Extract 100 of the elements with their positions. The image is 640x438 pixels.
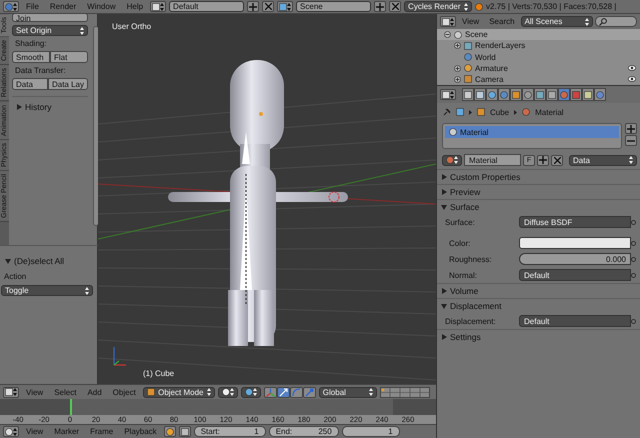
material-slot[interactable]: Material (445, 126, 619, 138)
pivot-dropdown[interactable] (240, 386, 261, 398)
delete-button[interactable] (262, 1, 274, 12)
scrollbar[interactable] (92, 26, 98, 226)
value-dropdown[interactable]: Default (519, 315, 631, 327)
properties-tab[interactable] (486, 88, 498, 101)
expand-toggle-icon[interactable] (454, 64, 461, 72)
manipulator-button[interactable] (276, 386, 290, 398)
action-dropdown[interactable]: Toggle (1, 285, 93, 296)
sphere-icon (449, 128, 457, 136)
panel-header[interactable]: Surface (437, 200, 640, 214)
layer-grid-icon[interactable] (380, 386, 430, 398)
add-button[interactable] (374, 1, 386, 12)
delete-button[interactable] (389, 1, 402, 12)
tree-row[interactable]: RenderLayers (437, 40, 640, 52)
eye-icon[interactable] (628, 65, 636, 72)
properties-tab[interactable] (582, 88, 594, 101)
panel-header[interactable]: Settings (437, 330, 640, 344)
lock-button[interactable] (178, 426, 191, 437)
menu-item[interactable]: File (22, 2, 43, 11)
tree-item-label[interactable]: World (475, 52, 496, 62)
properties-tab[interactable] (474, 88, 486, 101)
orientation-dropdown[interactable]: Global (318, 386, 377, 398)
value-dropdown[interactable]: Diffuse BSDF (519, 216, 631, 228)
tree-row[interactable]: World (437, 51, 640, 63)
menu-item[interactable]: View (22, 388, 48, 396)
value-dropdown[interactable]: Default (519, 269, 631, 281)
editor-type-button[interactable] (440, 16, 456, 27)
menu-item[interactable]: Help (122, 2, 148, 11)
set-origin-dropdown[interactable]: Set Origin (12, 25, 88, 36)
add-slot-button[interactable] (625, 123, 637, 134)
editor-type-button[interactable] (3, 386, 19, 398)
data-transfer-button[interactable]: Data (12, 78, 48, 90)
menu-item[interactable]: Marker (50, 427, 84, 436)
panel-header[interactable]: Displacement (437, 299, 640, 313)
tree-item-label[interactable]: Scene (465, 30, 488, 40)
shading-dropdown[interactable] (218, 386, 238, 398)
slider-field[interactable]: 0.000 (519, 253, 631, 265)
menu-item[interactable]: Playback (120, 427, 161, 436)
properties-tab[interactable] (462, 88, 474, 101)
panel-header[interactable]: Volume (437, 284, 640, 298)
editor-type-button[interactable] (3, 426, 19, 437)
tree-row[interactable]: Scene (437, 29, 640, 40)
panel-header[interactable]: Custom Properties (437, 170, 640, 184)
end-frame-field[interactable]: End: 250 (268, 426, 339, 437)
start-frame-field[interactable]: Start: 1 (194, 426, 266, 437)
tree-item-label[interactable]: Camera (475, 74, 504, 84)
tree-item-label[interactable]: Armature (475, 64, 508, 73)
operator-panel-header[interactable]: (De)select All (1, 254, 99, 268)
expand-toggle-icon[interactable] (454, 76, 461, 83)
panel-header[interactable]: Preview (437, 185, 640, 199)
properties-tab[interactable] (510, 88, 522, 101)
add-button[interactable] (247, 1, 260, 12)
menu-item[interactable]: Frame (86, 427, 118, 436)
menu-item[interactable]: Add (83, 388, 106, 396)
collapse-toggle-icon[interactable] (444, 31, 451, 38)
updown-arrows-icon (230, 388, 234, 396)
menu-item[interactable]: View (22, 427, 48, 436)
expand-toggle-icon[interactable] (454, 42, 461, 50)
display-mode-dropdown[interactable]: All Scenes (520, 16, 593, 27)
menu-item[interactable]: Window (83, 2, 120, 11)
properties-tab[interactable] (546, 88, 558, 101)
eye-icon[interactable] (628, 76, 636, 82)
properties-tab[interactable] (534, 88, 546, 101)
search-field[interactable] (594, 16, 637, 27)
scene-button[interactable] (277, 1, 294, 12)
editor-type-button[interactable] (440, 89, 456, 100)
shading-button[interactable]: Flat (50, 51, 88, 63)
scene-field[interactable]: Scene (296, 1, 372, 12)
current-frame-field[interactable]: 1 (342, 426, 400, 437)
menu-item[interactable]: Render (46, 2, 80, 11)
join-button[interactable]: Join (12, 13, 88, 22)
menu-item[interactable]: Select (50, 388, 80, 396)
menu-item[interactable]: View (458, 17, 484, 26)
3d-viewport[interactable]: User Ortho (1) Cube (98, 14, 436, 384)
properties-tab[interactable] (570, 88, 582, 101)
material-browse-button[interactable] (442, 154, 462, 166)
history-panel-header[interactable]: History (12, 100, 88, 114)
add-button[interactable] (537, 154, 549, 166)
properties-tab[interactable] (498, 88, 510, 101)
layout-button[interactable] (150, 1, 166, 12)
properties-tab[interactable] (522, 88, 534, 101)
menu-item[interactable]: Object (108, 388, 140, 396)
delete-button[interactable] (551, 154, 563, 166)
render-engine-dropdown[interactable]: Cycles Render (404, 1, 472, 12)
data-transfer-button[interactable]: Data Lay (48, 78, 88, 90)
link-dropdown[interactable]: Data (569, 154, 637, 166)
keying-button[interactable] (164, 426, 176, 437)
tree-row[interactable]: Camera (437, 74, 640, 85)
tree-row[interactable]: Armature (437, 62, 640, 74)
color-swatch[interactable] (519, 237, 631, 249)
tree-item-label[interactable]: RenderLayers (475, 41, 526, 50)
mode-dropdown[interactable]: Object Mode (142, 386, 215, 398)
properties-tab[interactable] (558, 88, 570, 101)
layout-field[interactable]: Default (169, 1, 244, 12)
material-name-field[interactable]: Material (464, 154, 521, 166)
menu-item[interactable]: Search (485, 17, 519, 26)
properties-tab[interactable] (594, 88, 606, 101)
shading-button[interactable]: Smooth (12, 51, 50, 63)
remove-slot-button[interactable] (625, 135, 637, 146)
